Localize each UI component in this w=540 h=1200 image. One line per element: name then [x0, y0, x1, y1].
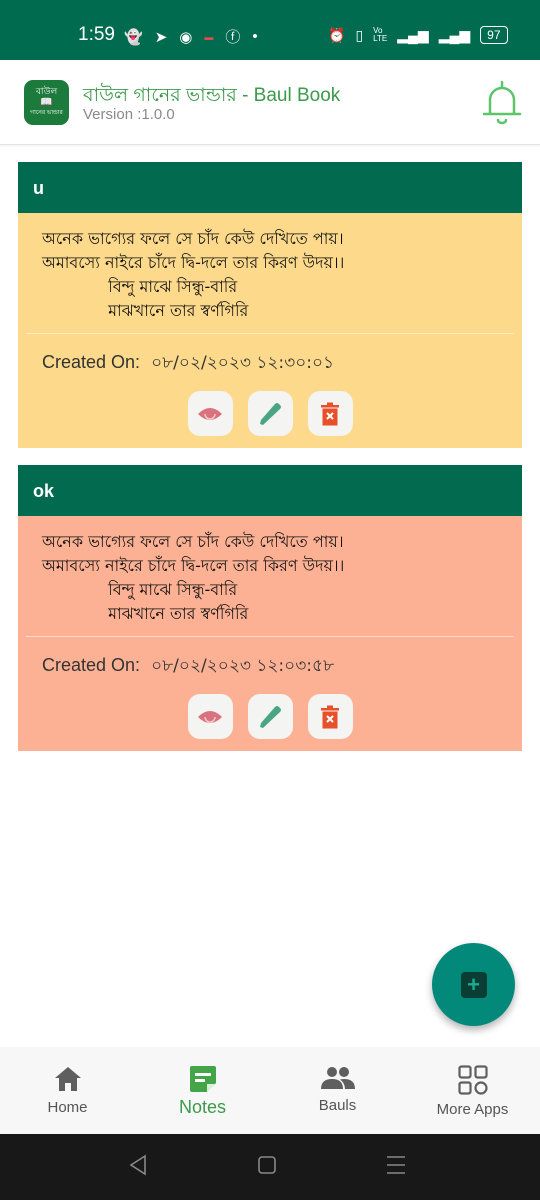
apps-grid-icon: [457, 1065, 488, 1095]
notification-bell-button[interactable]: [482, 80, 522, 126]
app-version: Version :1.0.0: [83, 106, 175, 123]
edit-button[interactable]: [247, 694, 293, 739]
note-icon: [189, 1066, 216, 1092]
notes-list: u অনেক ভাগ্যের ফলে সে চাঁদ কেউ দেখিতে পা…: [18, 162, 522, 768]
note-body: অনেক ভাগ্যের ফলে সে চাঁদ কেউ দেখিতে পায়…: [18, 213, 522, 448]
people-icon: [320, 1067, 355, 1089]
bottom-navigation: Home Notes Bauls More Apps: [0, 1047, 540, 1134]
snapchat-icon: 👻: [124, 28, 143, 46]
pencil-icon: [260, 705, 281, 728]
nav-label-notes: Notes: [178, 1097, 227, 1117]
trash-icon: [321, 402, 339, 425]
nav-item-notes[interactable]: Notes: [135, 1047, 270, 1134]
note-created: Created On: ০৮/০২/২০২৩ ১২:০৩:৫৮: [18, 637, 522, 681]
view-button[interactable]: [187, 694, 233, 739]
nav-label-bauls: Bauls: [318, 1097, 357, 1114]
app-logo-text-bottom: গানের ভান্ডার: [30, 110, 63, 116]
created-value: ০৮/০২/২০২৩ ১২:৩০:০১: [151, 353, 335, 373]
nav-item-more-apps[interactable]: More Apps: [405, 1047, 540, 1134]
note-title: u: [18, 162, 522, 213]
bell-icon: [482, 80, 522, 125]
note-title: ok: [18, 465, 522, 516]
view-button[interactable]: [187, 391, 233, 436]
delete-button[interactable]: [307, 694, 353, 739]
back-triangle-icon: [129, 1154, 146, 1176]
battery-indicator: 97: [480, 26, 508, 44]
note-card: u অনেক ভাগ্যের ফলে সে চাঁদ কেউ দেখিতে পা…: [18, 162, 522, 448]
created-label: Created On:: [42, 352, 141, 372]
note-lyrics: অনেক ভাগ্যের ফলে সে চাঁদ কেউ দেখিতে পায়…: [42, 532, 345, 623]
app-bar: বাউল 📖 গানের ভান্ডার বাউল গানের ভান্ডার …: [0, 60, 540, 145]
pencil-icon: [260, 402, 281, 425]
back-button[interactable]: [128, 1154, 148, 1181]
created-label: Created On:: [42, 655, 141, 675]
nav-item-home[interactable]: Home: [0, 1047, 135, 1134]
home-square-icon: [258, 1156, 276, 1174]
menu-lines-icon: [387, 1156, 405, 1174]
created-value: ০৮/০২/২০২৩ ১২:০৩:৫৮: [151, 656, 335, 676]
trash-icon: [321, 705, 339, 728]
status-time: 1:59: [78, 24, 115, 45]
dot-icon: •: [252, 28, 258, 45]
home-system-button[interactable]: [257, 1154, 277, 1181]
recents-button[interactable]: [386, 1154, 406, 1181]
vibrate-icon: ▯: [355, 26, 364, 43]
delete-button[interactable]: [307, 391, 353, 436]
edit-button[interactable]: [247, 391, 293, 436]
signal-1-icon: ▂▄▆: [397, 26, 429, 43]
note-actions: [18, 378, 522, 448]
eye-icon: [198, 407, 222, 420]
system-navigation-bar: [0, 1134, 540, 1200]
book-icon: 📖: [40, 97, 53, 108]
facebook-icon: ⓕ: [225, 29, 241, 46]
app-logo-text-top: বাউল: [35, 86, 58, 96]
app-logo: বাউল 📖 গানের ভান্ডার: [24, 80, 69, 125]
add-note-fab[interactable]: +: [432, 943, 515, 1026]
nav-label-home: Home: [47, 1099, 88, 1116]
eye-icon: [198, 710, 222, 723]
nav-label-more-apps: More Apps: [436, 1101, 509, 1118]
system-icons: ⏰ ▯ Vo LTE ▂▄▆ ▂▄▆ 97: [328, 26, 508, 44]
app-notification-icon: ▬: [204, 31, 214, 42]
nav-item-bauls[interactable]: Bauls: [270, 1047, 405, 1134]
note-card: ok অনেক ভাগ্যের ফলে সে চাঁদ কেউ দেখিতে প…: [18, 465, 522, 751]
note-actions: [18, 681, 522, 751]
note-body: অনেক ভাগ্যের ফলে সে চাঁদ কেউ দেখিতে পায়…: [18, 516, 522, 751]
note-created: Created On: ০৮/০২/২০২৩ ১২:৩০:০১: [18, 334, 522, 378]
alarm-icon: ⏰: [328, 26, 346, 43]
messenger-icon: ◉: [179, 28, 193, 46]
telegram-icon: ➤: [154, 28, 168, 46]
volte-icon: Vo LTE: [373, 26, 388, 43]
signal-2-icon: ▂▄▆: [438, 26, 471, 43]
add-box-icon: +: [460, 971, 487, 998]
notification-icons: 👻 ➤ ◉ ▬ ⓕ •: [124, 26, 258, 47]
home-icon: [54, 1067, 81, 1091]
status-bar: 1:59 👻 ➤ ◉ ▬ ⓕ • ⏰ ▯ Vo LTE ▂▄▆ ▂▄▆ 97: [0, 0, 540, 60]
note-lyrics: অনেক ভাগ্যের ফলে সে চাঁদ কেউ দেখিতে পায়…: [42, 229, 345, 320]
